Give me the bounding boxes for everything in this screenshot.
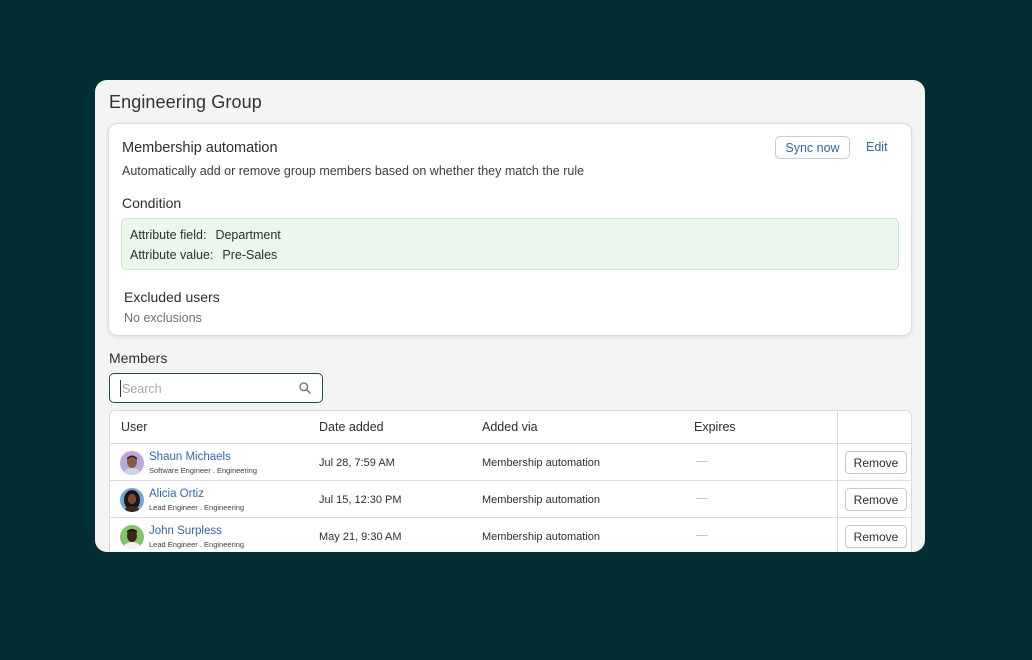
edit-link[interactable]: Edit bbox=[866, 140, 888, 154]
remove-button[interactable]: Remove bbox=[845, 488, 907, 511]
membership-automation-card: Membership automation Automatically add … bbox=[108, 123, 912, 336]
remove-button[interactable]: Remove bbox=[845, 451, 907, 474]
search-input[interactable] bbox=[120, 380, 290, 397]
page-title: Engineering Group bbox=[109, 92, 262, 112]
user-role: Lead Engineer . Engineering bbox=[149, 540, 245, 549]
date-added: Jul 15, 12:30 PM bbox=[319, 494, 402, 506]
expires-empty bbox=[696, 535, 708, 536]
column-header-expires: Expires bbox=[694, 420, 736, 434]
added-via: Membership automation bbox=[482, 531, 601, 543]
attribute-value-value: Pre-Sales bbox=[222, 248, 278, 262]
user-role: Lead Engineer . Engineering bbox=[149, 503, 245, 512]
members-title: Members bbox=[109, 350, 168, 366]
column-divider bbox=[837, 411, 838, 552]
table-header: User Date added Added via Expires bbox=[110, 411, 911, 444]
attribute-field-row: Attribute field: Department bbox=[130, 228, 281, 242]
attribute-field-label: Attribute field: bbox=[130, 228, 207, 242]
condition-title: Condition bbox=[122, 195, 182, 211]
members-table: User Date added Added via Expires Shaun … bbox=[109, 410, 912, 552]
avatar bbox=[120, 451, 144, 475]
user-name-link[interactable]: John Surpless bbox=[149, 525, 222, 537]
table-row: John Surpless Lead Engineer . Engineerin… bbox=[110, 518, 911, 552]
date-added: Jul 28, 7:59 AM bbox=[319, 457, 395, 469]
added-via: Membership automation bbox=[482, 494, 601, 506]
user-name-link[interactable]: Shaun Michaels bbox=[149, 451, 231, 463]
excluded-users-value: No exclusions bbox=[124, 311, 202, 325]
sync-now-button[interactable]: Sync now bbox=[775, 136, 850, 159]
group-panel: Engineering Group Membership automation … bbox=[95, 80, 925, 552]
table-row: Alicia Ortiz Lead Engineer . Engineering… bbox=[110, 481, 911, 518]
avatar bbox=[120, 488, 144, 512]
user-role: Software Engineer . Engineering bbox=[149, 466, 257, 475]
attribute-value-label: Attribute value: bbox=[130, 248, 214, 262]
search-icon[interactable] bbox=[298, 381, 312, 395]
added-via: Membership automation bbox=[482, 457, 601, 469]
column-header-added-via: Added via bbox=[482, 420, 538, 434]
expires-empty bbox=[696, 498, 708, 499]
automation-title: Membership automation bbox=[122, 140, 278, 156]
condition-box: Attribute field: Department Attribute val… bbox=[121, 218, 899, 270]
avatar bbox=[120, 525, 144, 549]
column-header-user: User bbox=[121, 420, 148, 434]
date-added: May 21, 9:30 AM bbox=[319, 531, 402, 543]
excluded-users-title: Excluded users bbox=[124, 289, 220, 305]
automation-description: Automatically add or remove group member… bbox=[122, 164, 585, 178]
attribute-field-value: Department bbox=[215, 228, 281, 242]
column-header-date-added: Date added bbox=[319, 420, 384, 434]
search-box bbox=[109, 373, 323, 403]
attribute-value-row: Attribute value: Pre-Sales bbox=[130, 248, 277, 262]
expires-empty bbox=[696, 461, 708, 462]
remove-button[interactable]: Remove bbox=[845, 525, 907, 548]
table-row: Shaun Michaels Software Engineer . Engin… bbox=[110, 444, 911, 481]
user-name-link[interactable]: Alicia Ortiz bbox=[149, 488, 204, 500]
